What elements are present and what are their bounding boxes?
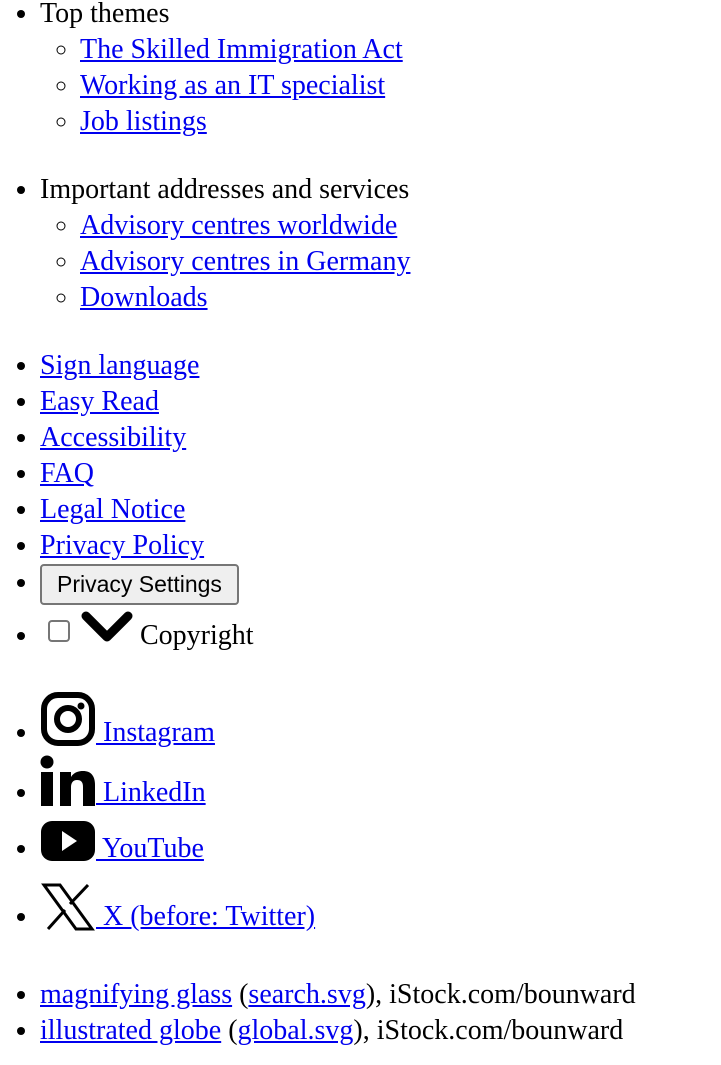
footer-links-list: Sign language Easy Read Accessibility FA… [0,348,721,669]
job-listings-link[interactable]: Job listings [80,106,207,137]
advisory-centres-germany-link[interactable]: Advisory centres in Germany [80,246,410,277]
list-item: Easy Read [40,384,721,420]
list-item: The Skilled Immigration Act [80,32,721,68]
x-twitter-link[interactable]: X (before: Twitter) [40,883,316,932]
downloads-link[interactable]: Downloads [80,282,208,313]
image-credits-list: magnifying glass (search.svg), iStock.co… [0,977,721,1049]
youtube-link[interactable]: YouTube [40,821,204,864]
list-item: Accessibility [40,420,721,456]
addresses-heading: Important addresses and services [40,174,410,205]
list-item: Privacy Settings [40,564,721,605]
list-item: illustrated globe (global.svg), iStock.c… [40,1013,721,1049]
list-item: LinkedIn [40,755,721,819]
illustrated-globe-credit-link[interactable]: illustrated globe [40,1015,221,1046]
list-item: Job listings [80,104,721,140]
search-svg-link[interactable]: search.svg [248,979,365,1010]
working-as-it-specialist-link[interactable]: Working as an IT specialist [80,70,385,101]
easy-read-link[interactable]: Easy Read [40,386,159,417]
copyright-checkbox[interactable] [48,620,70,642]
instagram-link[interactable]: Instagram [40,692,215,748]
accessibility-link[interactable]: Accessibility [40,422,186,453]
addresses-section: Important addresses and services Advisor… [40,172,721,348]
instagram-icon [40,691,96,757]
list-item: Legal Notice [40,492,721,528]
navigation-list: Top themes The Skilled Immigration Act W… [0,0,721,348]
social-links-list: Instagram LinkedIn YouTube X (before: Tw… [0,691,721,949]
list-item: Sign language [40,348,721,384]
list-item: YouTube [40,819,721,883]
youtube-icon [40,819,96,873]
advisory-centres-worldwide-link[interactable]: Advisory centres worldwide [80,210,397,241]
credit-source: , iStock.com/bounward [375,979,636,1010]
list-item: Advisory centres in Germany [80,244,721,280]
top-themes-section: Top themes The Skilled Immigration Act W… [40,0,721,172]
top-themes-list: The Skilled Immigration Act Working as a… [0,32,721,140]
list-item: Downloads [80,280,721,316]
list-item: Instagram [40,691,721,755]
copyright-item: Copyright [40,603,721,669]
magnifying-glass-credit-link[interactable]: magnifying glass [40,979,232,1010]
list-item: FAQ [40,456,721,492]
legal-notice-link[interactable]: Legal Notice [40,494,185,525]
skilled-immigration-act-link[interactable]: The Skilled Immigration Act [80,34,403,65]
faq-link[interactable]: FAQ [40,458,94,489]
x-twitter-label: X (before: Twitter) [96,901,316,932]
privacy-policy-link[interactable]: Privacy Policy [40,530,204,561]
copyright-label: Copyright [140,620,254,651]
list-item: X (before: Twitter) [40,883,721,949]
list-item: magnifying glass (search.svg), iStock.co… [40,977,721,1013]
instagram-label: Instagram [96,717,215,748]
global-svg-link[interactable]: global.svg [238,1015,354,1046]
x-twitter-icon [40,883,96,941]
top-themes-heading: Top themes [40,0,170,29]
privacy-settings-button[interactable]: Privacy Settings [40,564,239,605]
list-item: Working as an IT specialist [80,68,721,104]
list-item: Privacy Policy [40,528,721,564]
addresses-list: Advisory centres worldwide Advisory cent… [0,208,721,316]
sign-language-link[interactable]: Sign language [40,350,199,381]
linkedin-label: LinkedIn [96,777,206,808]
linkedin-icon [40,755,96,817]
chevron-down-icon[interactable] [80,605,134,671]
youtube-label: YouTube [96,833,204,864]
credit-source: , iStock.com/bounward [362,1015,624,1046]
linkedin-link[interactable]: LinkedIn [40,755,206,808]
list-item: Advisory centres worldwide [80,208,721,244]
